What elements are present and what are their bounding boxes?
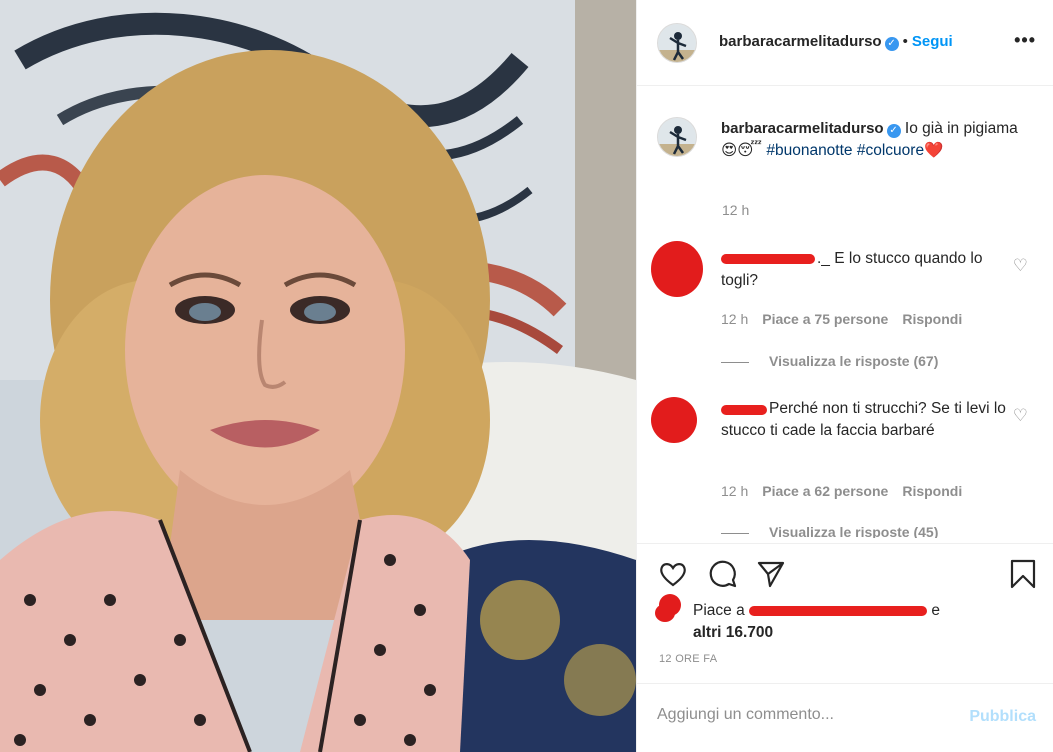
publish-button[interactable]: Pubblica bbox=[969, 708, 1036, 726]
caption-body: Io già in pigiama bbox=[904, 120, 1018, 137]
like-comment-heart-icon[interactable]: ♡ bbox=[1013, 256, 1028, 276]
likes-summary[interactable]: Piace a e altri 16.700 bbox=[693, 600, 1023, 644]
profile-picture-icon bbox=[658, 24, 696, 62]
comment-time[interactable]: 12 h bbox=[721, 483, 748, 499]
comment-time[interactable]: 12 h bbox=[721, 311, 748, 327]
post-timestamp[interactable]: 12 ORE FA bbox=[659, 653, 717, 665]
hashtag-buonanotte[interactable]: #buonanotte bbox=[766, 142, 852, 159]
profile-picture-icon bbox=[658, 118, 696, 156]
caption-text: barbaracarmelitadurso ✓ Io già in pigiama… bbox=[721, 118, 1021, 162]
replies-divider bbox=[721, 361, 749, 363]
avatar[interactable] bbox=[657, 23, 697, 63]
comment-meta: 12 h Piace a 75 persone Rispondi bbox=[721, 311, 976, 327]
view-replies-button[interactable]: Visualizza le risposte (67) bbox=[721, 353, 938, 369]
comment-text: Perché non ti strucchi? Se ti levi lo st… bbox=[721, 398, 1011, 442]
likes-and: e bbox=[931, 602, 940, 619]
comment-input[interactable] bbox=[657, 706, 957, 724]
view-replies-label: Visualizza le risposte (45) bbox=[769, 524, 939, 538]
post-actions: Piace a e altri 16.700 12 ORE FA bbox=[637, 543, 1053, 683]
view-replies-button[interactable]: Visualizza le risposte (45) bbox=[721, 524, 938, 538]
comment-body: Perché non ti strucchi? Se ti levi lo st… bbox=[721, 400, 1006, 439]
post-photo[interactable] bbox=[0, 0, 636, 752]
separator: • bbox=[902, 33, 908, 50]
heart-emoji: ❤️ bbox=[924, 142, 944, 159]
comment-bubble-icon[interactable] bbox=[707, 558, 739, 590]
more-options-icon[interactable]: ••• bbox=[1014, 30, 1036, 51]
add-comment-bar: Pubblica bbox=[637, 683, 1053, 752]
redacted-avatar bbox=[655, 604, 675, 622]
likes-prefix: Piace a bbox=[693, 602, 745, 619]
comment-text: ._ E lo stucco quando lo togli? bbox=[721, 248, 1011, 292]
like-comment-heart-icon[interactable]: ♡ bbox=[1013, 406, 1028, 426]
caption-username[interactable]: barbaracarmelitadurso bbox=[721, 120, 884, 137]
comment-likes[interactable]: Piace a 75 persone bbox=[762, 311, 888, 327]
reply-button[interactable]: Rispondi bbox=[902, 311, 962, 327]
redacted-liker bbox=[749, 605, 928, 616]
save-bookmark-icon[interactable] bbox=[1007, 558, 1039, 590]
redacted-avatar bbox=[651, 241, 703, 297]
comment-likes[interactable]: Piace a 62 persone bbox=[762, 483, 888, 499]
comment-body: E lo stucco quando lo togli? bbox=[721, 250, 983, 289]
like-heart-icon[interactable] bbox=[657, 558, 689, 590]
comment-username-suffix[interactable]: ._ bbox=[817, 250, 830, 267]
share-paper-plane-icon[interactable] bbox=[755, 558, 787, 590]
redacted-avatar bbox=[651, 397, 697, 443]
replies-divider bbox=[721, 532, 749, 534]
comment-meta: 12 h Piace a 62 persone Rispondi bbox=[721, 483, 976, 499]
avatar[interactable] bbox=[657, 117, 697, 157]
verified-badge-icon: ✓ bbox=[884, 37, 899, 51]
hashtag-colcuore[interactable]: #colcuore bbox=[857, 142, 924, 159]
verified-badge-icon: ✓ bbox=[886, 124, 901, 138]
caption-emojis: 😍😴 bbox=[721, 142, 763, 159]
selfie-photo bbox=[0, 0, 636, 752]
header-user: barbaracarmelitadurso ✓ • Segui bbox=[719, 33, 953, 51]
follow-button[interactable]: Segui bbox=[912, 33, 953, 50]
reply-button[interactable]: Rispondi bbox=[902, 483, 962, 499]
view-replies-label: Visualizza le risposte (67) bbox=[769, 353, 939, 369]
username-link[interactable]: barbaracarmelitadurso bbox=[719, 33, 882, 50]
likes-others[interactable]: altri 16.700 bbox=[693, 624, 773, 641]
caption-time[interactable]: 12 h bbox=[722, 202, 749, 218]
comments-section[interactable]: barbaracarmelitadurso ✓ Io già in pigiama… bbox=[637, 87, 1053, 538]
post-panel: barbaracarmelitadurso ✓ • Segui ••• barbara… bbox=[636, 0, 1053, 752]
post-header: barbaracarmelitadurso ✓ • Segui ••• bbox=[637, 0, 1053, 86]
